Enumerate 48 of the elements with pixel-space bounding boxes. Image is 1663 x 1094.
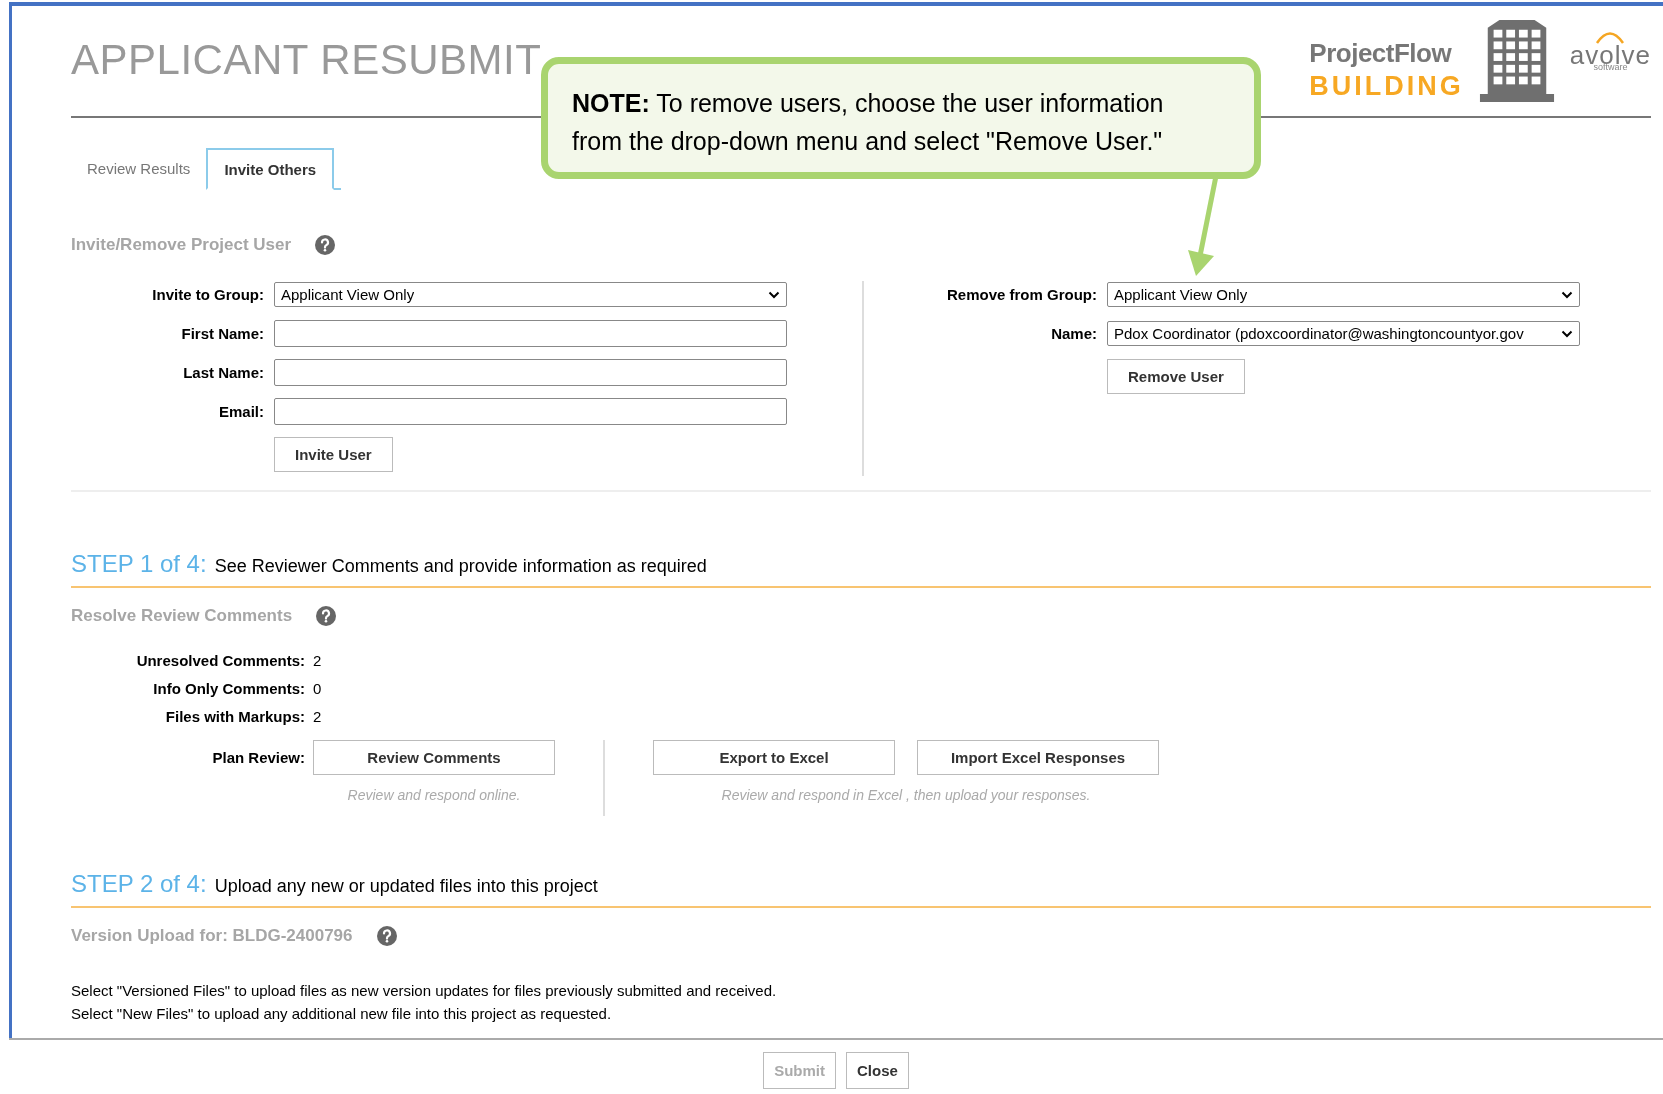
action-button[interactable]: Import Excel Responses [917, 740, 1159, 775]
note-callout: NOTE: To remove users, choose the user information from the drop-down menu and select "Remove User." [541, 57, 1261, 179]
chevron-down-icon [768, 290, 780, 299]
chevron-down-icon [1561, 329, 1573, 338]
dropdown-field[interactable]: Applicant View Only [274, 282, 787, 307]
logo-product-name: ProjectFlow [1309, 38, 1452, 69]
stat-label: Unresolved Comments: [135, 652, 305, 669]
footer-button[interactable]: Close [846, 1052, 909, 1089]
section-heading: Version Upload for: BLDG-2400796 [71, 926, 353, 946]
stat-label: Info Only Comments: [152, 680, 305, 697]
dropdown-field[interactable]: Pdox Coordinator (pdoxcoordinator@washingtoncountyor.gov [1107, 321, 1580, 346]
step-number: STEP 2 of 4: [71, 870, 207, 898]
dropdown-field[interactable]: Applicant View Only [1107, 282, 1580, 307]
field-label: First Name: [180, 325, 264, 342]
hint-text: Review and respond online. [347, 787, 521, 803]
invite-user-button[interactable]: Invite User [274, 437, 393, 472]
stat-value: 2 [313, 708, 322, 725]
instruction-text: Select "Versioned Files" to upload files as new version updates for files previously submitted and received. [71, 982, 778, 999]
remove-user-button[interactable]: Remove User [1107, 359, 1245, 394]
page-title: APPLICANT RESUBMIT [71, 36, 542, 84]
step-description: Upload any new or updated files into this project [214, 876, 598, 897]
step-description: See Reviewer Comments and provide information as required [214, 556, 707, 577]
field-label: Last Name: [182, 364, 264, 381]
field-label: Invite to Group: [151, 286, 264, 303]
arc-icon [1595, 30, 1626, 44]
help-icon[interactable] [315, 235, 336, 255]
text-field[interactable] [274, 320, 787, 347]
section-heading: Invite/Remove Project User [71, 235, 292, 255]
instruction-text: Select "New Files" to upload any additional new file into this project as requested. [71, 1005, 613, 1022]
step-number: STEP 1 of 4: [71, 550, 207, 578]
section-heading: Resolve Review Comments [71, 606, 293, 626]
action-button[interactable]: Review Comments [313, 740, 555, 775]
help-icon[interactable] [316, 606, 337, 626]
chevron-down-icon [1561, 290, 1573, 299]
field-label: Name: [1050, 325, 1097, 342]
stat-label: Files with Markups: [164, 708, 305, 725]
field-label: Email: [218, 403, 264, 420]
text-field[interactable] [274, 359, 787, 386]
field-label: Remove from Group: [946, 286, 1097, 303]
stat-value: 0 [313, 680, 322, 697]
stat-value: 2 [313, 652, 322, 669]
hint-text: Review and respond in Excel , then upload your responses. [721, 787, 1091, 803]
plan-review-label: Plan Review: [211, 748, 305, 768]
help-icon[interactable] [376, 926, 397, 946]
action-button[interactable]: Export to Excel [653, 740, 895, 775]
logo-module-name: BUILDING [1309, 71, 1464, 102]
text-field[interactable] [274, 398, 787, 425]
tab[interactable]: Invite Others [206, 148, 335, 190]
